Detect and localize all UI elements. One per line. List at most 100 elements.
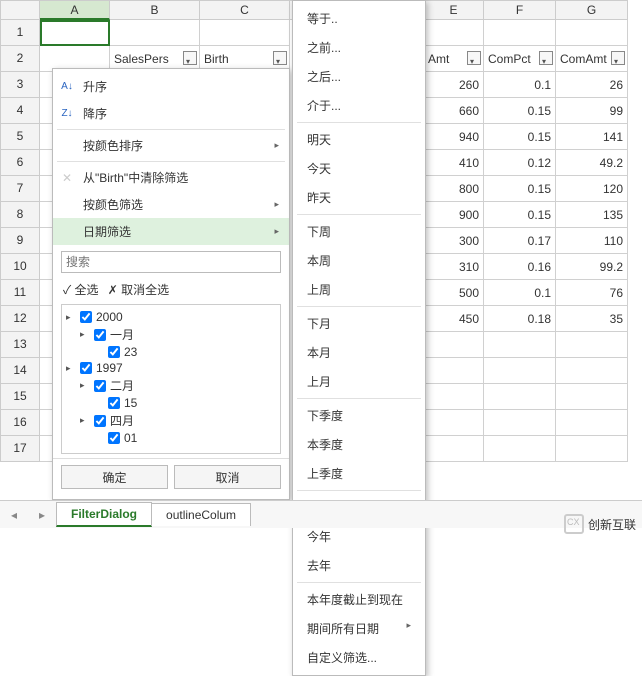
- select-all-link[interactable]: ✓ 全选: [63, 283, 99, 297]
- tree-node[interactable]: 15: [66, 395, 276, 411]
- cell[interactable]: 35: [556, 306, 628, 332]
- cell[interactable]: [556, 384, 628, 410]
- cell[interactable]: ComAmt: [556, 46, 628, 72]
- row-header[interactable]: 9: [0, 228, 40, 254]
- cell[interactable]: [110, 20, 200, 46]
- tree-node[interactable]: ▸2000: [66, 309, 276, 325]
- date-filters[interactable]: 日期筛选▸: [53, 218, 289, 245]
- tree-checkbox[interactable]: [108, 432, 120, 444]
- sort-asc[interactable]: A↓升序: [53, 73, 289, 100]
- cell[interactable]: 0.15: [484, 176, 556, 202]
- sheet-tab-outlinecolumn[interactable]: outlineColum: [151, 503, 251, 526]
- col-header-E[interactable]: E: [424, 0, 484, 20]
- row-header[interactable]: 11: [0, 280, 40, 306]
- cell[interactable]: 900: [424, 202, 484, 228]
- date-filter-item[interactable]: 本年度截止到现在: [293, 585, 425, 614]
- cell[interactable]: 310: [424, 254, 484, 280]
- date-filter-item[interactable]: 下周: [293, 217, 425, 246]
- cell[interactable]: 0.1: [484, 72, 556, 98]
- tree-node[interactable]: ▸四月: [66, 411, 276, 430]
- col-header-C[interactable]: C: [200, 0, 290, 20]
- filter-dropdown-button[interactable]: [539, 51, 553, 65]
- date-filter-item[interactable]: 上周: [293, 275, 425, 304]
- row-header[interactable]: 6: [0, 150, 40, 176]
- row-header[interactable]: 14: [0, 358, 40, 384]
- tree-node[interactable]: ▸二月: [66, 376, 276, 395]
- select-all-corner[interactable]: [0, 0, 40, 20]
- date-filter-item[interactable]: 之后...: [293, 62, 425, 91]
- date-filter-item[interactable]: 等于..: [293, 4, 425, 33]
- cell[interactable]: [484, 332, 556, 358]
- tree-toggle-icon[interactable]: ▸: [80, 380, 90, 391]
- row-header[interactable]: 16: [0, 410, 40, 436]
- cell[interactable]: 0.18: [484, 306, 556, 332]
- row-header[interactable]: 7: [0, 176, 40, 202]
- row-header[interactable]: 13: [0, 332, 40, 358]
- date-filter-item[interactable]: 昨天: [293, 183, 425, 212]
- cell[interactable]: [424, 332, 484, 358]
- cell[interactable]: 99: [556, 98, 628, 124]
- ok-button[interactable]: 确定: [61, 465, 168, 489]
- cell[interactable]: 141: [556, 124, 628, 150]
- cell[interactable]: [556, 20, 628, 46]
- date-filter-item[interactable]: 去年: [293, 551, 425, 580]
- tree-checkbox[interactable]: [108, 346, 120, 358]
- date-filter-item[interactable]: 本月: [293, 338, 425, 367]
- cell[interactable]: [40, 20, 110, 46]
- tree-toggle-icon[interactable]: ▸: [66, 363, 76, 374]
- cell[interactable]: 940: [424, 124, 484, 150]
- cell[interactable]: 450: [424, 306, 484, 332]
- tree-node[interactable]: 23: [66, 344, 276, 360]
- cell[interactable]: 660: [424, 98, 484, 124]
- tree-checkbox[interactable]: [80, 311, 92, 323]
- col-header-G[interactable]: G: [556, 0, 628, 20]
- date-filter-item[interactable]: 今天: [293, 154, 425, 183]
- date-filter-item[interactable]: 下月: [293, 309, 425, 338]
- row-header[interactable]: 4: [0, 98, 40, 124]
- row-header[interactable]: 17: [0, 436, 40, 462]
- date-filter-item[interactable]: 明天: [293, 125, 425, 154]
- cell[interactable]: 300: [424, 228, 484, 254]
- cell[interactable]: [556, 358, 628, 384]
- tree-node[interactable]: ▸1997: [66, 360, 276, 376]
- col-header-A[interactable]: A: [40, 0, 110, 20]
- sort-desc[interactable]: Z↓降序: [53, 100, 289, 127]
- cell[interactable]: [424, 436, 484, 462]
- cell[interactable]: [556, 410, 628, 436]
- cell[interactable]: [484, 436, 556, 462]
- cell[interactable]: 0.15: [484, 124, 556, 150]
- filter-value-tree[interactable]: ▸2000▸一月23▸1997▸二月15▸四月01: [61, 304, 281, 454]
- row-header[interactable]: 10: [0, 254, 40, 280]
- cell[interactable]: [556, 436, 628, 462]
- col-header-F[interactable]: F: [484, 0, 556, 20]
- tree-checkbox[interactable]: [108, 397, 120, 409]
- cell[interactable]: 0.12: [484, 150, 556, 176]
- tree-checkbox[interactable]: [94, 329, 106, 341]
- cell[interactable]: ComPct: [484, 46, 556, 72]
- cell[interactable]: 500: [424, 280, 484, 306]
- tree-toggle-icon[interactable]: ▸: [80, 415, 90, 426]
- tab-nav-prev[interactable]: ◂: [0, 508, 28, 522]
- date-filter-item[interactable]: 自定义筛选...: [293, 643, 425, 672]
- cell[interactable]: 0.1: [484, 280, 556, 306]
- date-filter-item[interactable]: 之前...: [293, 33, 425, 62]
- filter-dropdown-button[interactable]: [183, 51, 197, 65]
- date-filter-item[interactable]: 期间所有日期▸: [293, 614, 425, 643]
- tab-nav-next[interactable]: ▸: [28, 508, 56, 522]
- date-filter-item[interactable]: 介于...: [293, 91, 425, 120]
- cell[interactable]: [424, 358, 484, 384]
- cancel-button[interactable]: 取消: [174, 465, 281, 489]
- cell[interactable]: [484, 358, 556, 384]
- row-header[interactable]: 12: [0, 306, 40, 332]
- filter-dropdown-button[interactable]: [467, 51, 481, 65]
- cell[interactable]: 0.15: [484, 98, 556, 124]
- cell[interactable]: [556, 332, 628, 358]
- cell[interactable]: [424, 410, 484, 436]
- cell[interactable]: 76: [556, 280, 628, 306]
- cell[interactable]: [484, 384, 556, 410]
- cell[interactable]: 26: [556, 72, 628, 98]
- cell[interactable]: Amt: [424, 46, 484, 72]
- col-header-B[interactable]: B: [110, 0, 200, 20]
- sort-by-color[interactable]: 按颜色排序▸: [53, 132, 289, 159]
- cell[interactable]: 110: [556, 228, 628, 254]
